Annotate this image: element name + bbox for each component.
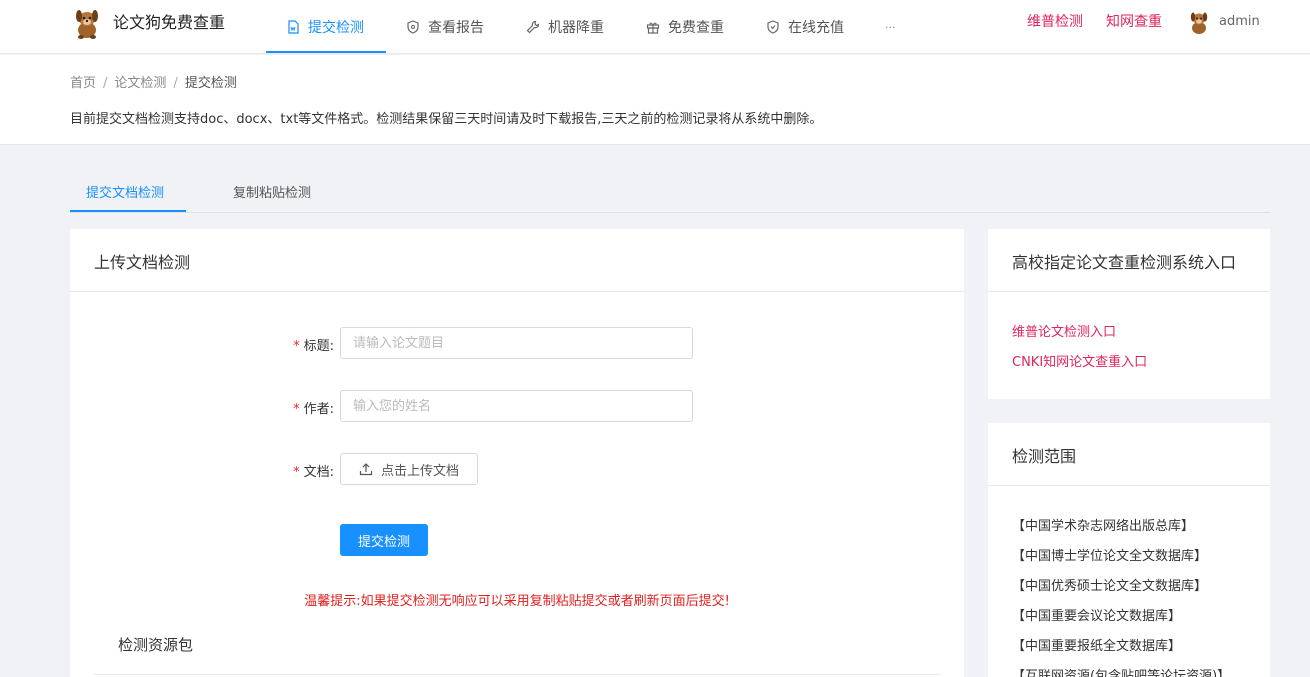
entry-card: 高校指定论文查重检测系统入口 维普论文检测入口 CNKI知网论文查重入口 [988, 229, 1270, 399]
cnki-entry-link[interactable]: CNKI知网论文查重入口 [1012, 351, 1147, 370]
author-label: * 作者: [293, 402, 334, 417]
menu-free-check[interactable]: 免费查重 [646, 0, 724, 54]
cnki-check-link[interactable]: 知网查重 [1106, 13, 1162, 31]
vip-entry-link[interactable]: 维普论文检测入口 [1012, 321, 1116, 340]
upload-document-button[interactable]: 点击上传文档 [340, 453, 478, 485]
resource-pack-title: 检测资源包 [118, 636, 194, 654]
check-mode-tabs: 提交文档检测 复制粘贴检测 [70, 174, 1270, 213]
menu-recharge[interactable]: 在线充值 [766, 0, 844, 54]
range-item: 【互联网资源(包含贴吧等论坛资源)】 [1012, 669, 1231, 677]
range-item: 【中国博士学位论文全文数据库】 [1012, 549, 1208, 564]
title-label: * 标题: [293, 339, 334, 354]
shield-icon [407, 20, 419, 34]
dog-logo-icon[interactable] [70, 6, 104, 40]
range-card-title: 检测范围 [1012, 447, 1077, 466]
format-notice: 目前提交文档检测支持doc、docx、txt等文件格式。检测结果保留三天时间请及… [70, 112, 823, 127]
range-item: 【中国优秀硕士论文全文数据库】 [1012, 579, 1208, 594]
menu-active-indicator [266, 51, 386, 53]
menu-machine-rewrite[interactable]: 机器降重 [526, 0, 604, 54]
gift-icon [646, 22, 660, 34]
range-item: 【中国学术杂志网络出版总库】 [1012, 519, 1195, 534]
title-input[interactable] [340, 327, 693, 359]
entry-card-title: 高校指定论文查重检测系统入口 [1012, 253, 1237, 272]
shield-check-icon [767, 20, 779, 34]
page-header: 首页 / 论文检测 / 提交检测 目前提交文档检测支持doc、docx、txt等文件格式… [0, 55, 1310, 145]
avatar[interactable] [1187, 9, 1211, 35]
range-card: 检测范围 【中国学术杂志网络出版总库】 【中国博士学位论文全文数据库】 【中国优… [988, 423, 1270, 677]
breadcrumb-home[interactable]: 首页 [70, 76, 96, 91]
tab-active-indicator [70, 210, 186, 212]
upload-icon [359, 463, 373, 476]
upload-card: 上传文档检测 *标题: *作者: *文档: 点击上传文档 提交检测 温馨提示:如… [70, 229, 964, 677]
file-word-icon [288, 20, 299, 34]
menu-submit-check[interactable]: 提交检测 [286, 0, 364, 54]
wrench-icon [526, 20, 540, 34]
range-item: 【中国重要报纸全文数据库】 [1012, 639, 1182, 654]
vip-check-link[interactable]: 维普检测 [1027, 13, 1083, 31]
range-item: 【中国重要会议论文数据库】 [1012, 609, 1182, 624]
tab-copy-paste[interactable]: 复制粘贴检测 [233, 182, 311, 201]
menu-view-report[interactable]: 查看报告 [406, 0, 484, 54]
document-label: * 文档: [293, 465, 334, 480]
breadcrumb-paper-check[interactable]: 论文检测 [114, 76, 166, 91]
top-navbar: 论文狗免费查重 提交检测 查看报告 机器降重 免费查重 在线充值 ··· 维普检… [0, 0, 1310, 54]
author-input[interactable] [340, 390, 693, 422]
breadcrumb-current: 提交检测 [184, 76, 237, 91]
upload-card-title: 上传文档检测 [94, 253, 191, 272]
submit-check-button[interactable]: 提交检测 [340, 524, 428, 556]
warm-tip: 温馨提示:如果提交检测无响应可以采用复制粘贴提交或者刷新页面后提交! [304, 594, 730, 609]
tab-upload-document[interactable]: 提交文档检测 [86, 182, 164, 201]
brand-name[interactable]: 论文狗免费查重 [113, 13, 225, 33]
breadcrumb: 首页 / 论文检测 / 提交检测 [70, 76, 237, 91]
menu-more[interactable]: ··· [885, 0, 896, 54]
username[interactable]: admin [1219, 14, 1260, 29]
